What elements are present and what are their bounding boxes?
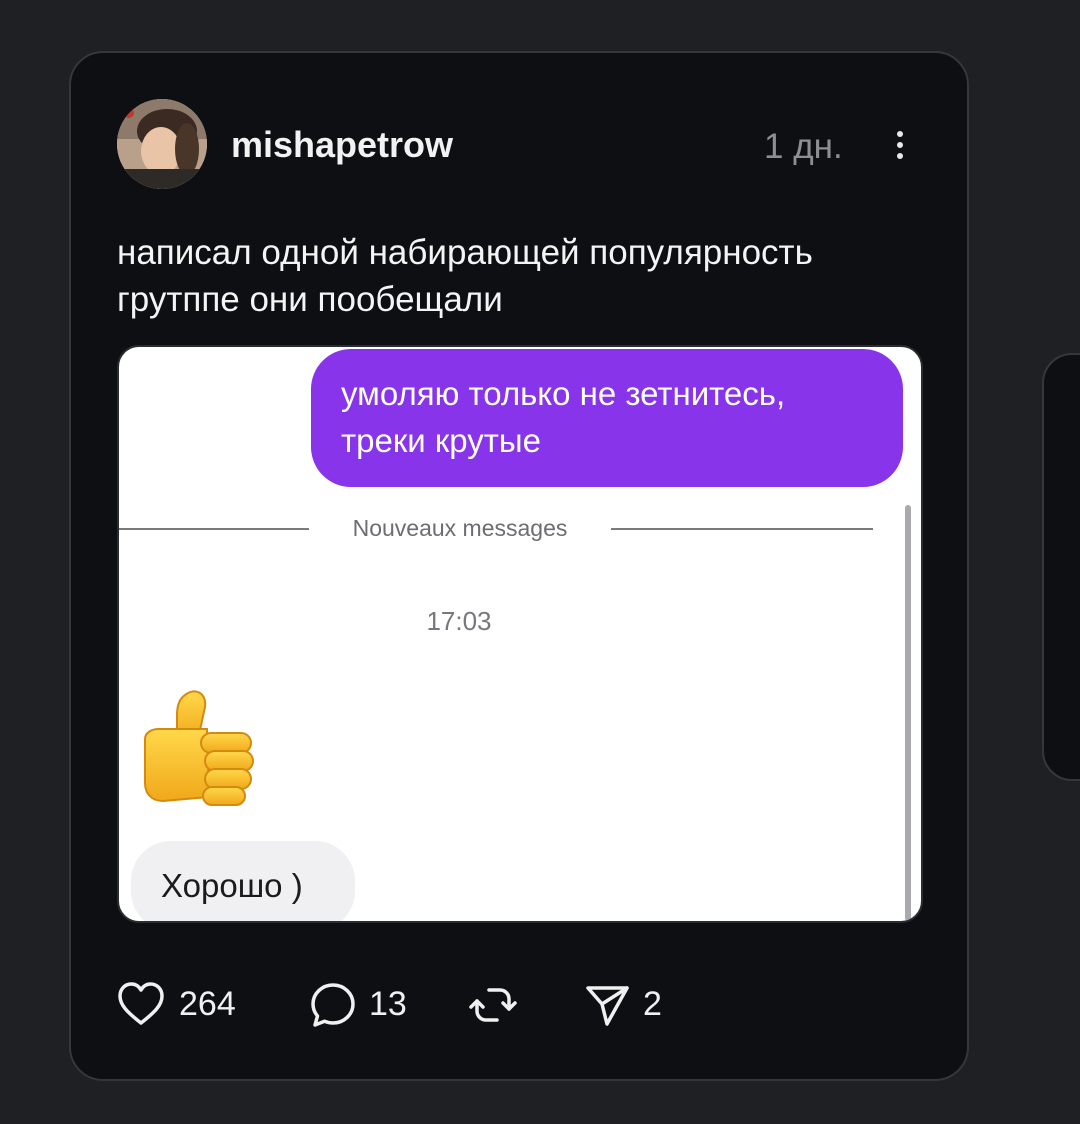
thumbs-up-icon [137,685,261,815]
post-image[interactable]: умоляю только не зетнитесь, треки крутые… [117,345,923,923]
divider-line-left [119,528,309,530]
repost-button[interactable] [469,979,519,1029]
post-card: mishapetrow 1 дн. написал одной набирающ… [69,51,969,1081]
page: mishapetrow 1 дн. написал одной набирающ… [0,0,1080,1124]
share-count: 2 [643,985,662,1023]
divider-line-right [611,528,873,530]
repost-icon [469,988,517,1022]
comment-count: 13 [369,985,407,1023]
scrollbar[interactable] [905,505,911,921]
share-icon [586,986,629,1026]
like-count: 264 [179,985,236,1023]
message-time: 17:03 [426,606,492,636]
like-button[interactable]: 264 [117,979,247,1029]
more-options-button[interactable] [883,123,917,167]
next-post-card[interactable] [1042,353,1080,781]
new-messages-divider: Nouveaux messages [352,515,568,541]
incoming-message-bubble: Хорошо ) [131,841,355,921]
outgoing-message-bubble: умоляю только не зетнитесь, треки крутые [311,349,903,487]
avatar[interactable] [117,99,207,189]
heart-icon [118,982,164,1025]
share-button[interactable]: 2 [583,979,683,1029]
comment-button[interactable]: 13 [309,979,409,1029]
post-timestamp: 1 дн. [764,127,843,166]
comment-icon [311,983,355,1027]
username[interactable]: mishapetrow [231,123,453,167]
post-caption: написал одной набирающей популярность гр… [117,233,813,319]
